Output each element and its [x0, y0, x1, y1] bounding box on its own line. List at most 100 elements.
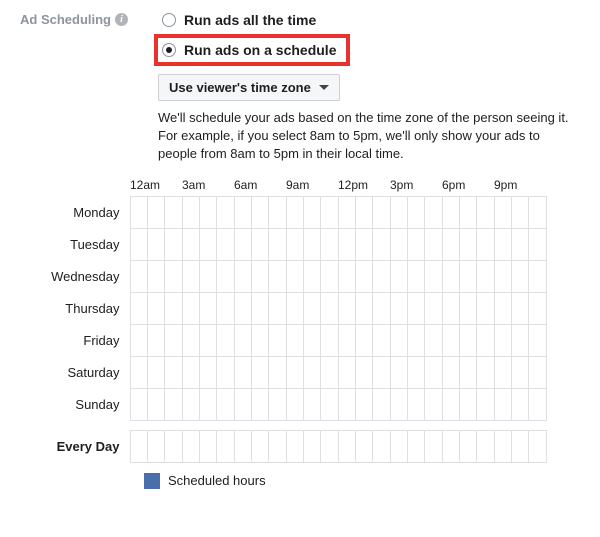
schedule-cell[interactable] — [303, 430, 320, 462]
schedule-cell[interactable] — [338, 228, 355, 260]
schedule-cell[interactable] — [234, 196, 251, 228]
schedule-cell[interactable] — [477, 356, 494, 388]
schedule-cell[interactable] — [234, 388, 251, 420]
schedule-cell[interactable] — [217, 292, 234, 324]
schedule-cell[interactable] — [182, 388, 199, 420]
schedule-cell[interactable] — [355, 196, 372, 228]
schedule-cell[interactable] — [425, 196, 442, 228]
schedule-cell[interactable] — [269, 260, 286, 292]
schedule-cell[interactable] — [442, 228, 459, 260]
schedule-cell[interactable] — [321, 430, 338, 462]
schedule-cell[interactable] — [182, 324, 199, 356]
schedule-cell[interactable] — [130, 292, 147, 324]
schedule-cell[interactable] — [217, 430, 234, 462]
schedule-cell[interactable] — [321, 292, 338, 324]
schedule-cell[interactable] — [234, 228, 251, 260]
schedule-cell[interactable] — [199, 196, 216, 228]
schedule-cell[interactable] — [147, 324, 164, 356]
schedule-cell[interactable] — [459, 356, 476, 388]
schedule-cell[interactable] — [442, 292, 459, 324]
schedule-cell[interactable] — [425, 292, 442, 324]
timezone-dropdown[interactable]: Use viewer's time zone — [158, 74, 340, 101]
schedule-cell[interactable] — [529, 324, 546, 356]
schedule-cell[interactable] — [165, 356, 182, 388]
schedule-cell[interactable] — [442, 196, 459, 228]
schedule-cell[interactable] — [130, 228, 147, 260]
schedule-cell[interactable] — [217, 388, 234, 420]
schedule-cell[interactable] — [217, 260, 234, 292]
schedule-cell[interactable] — [355, 388, 372, 420]
schedule-cell[interactable] — [130, 388, 147, 420]
schedule-cell[interactable] — [459, 260, 476, 292]
schedule-cell[interactable] — [269, 228, 286, 260]
schedule-cell[interactable] — [477, 196, 494, 228]
schedule-cell[interactable] — [217, 196, 234, 228]
schedule-cell[interactable] — [494, 228, 511, 260]
schedule-cell[interactable] — [407, 356, 424, 388]
schedule-cell[interactable] — [390, 356, 407, 388]
schedule-cell[interactable] — [251, 260, 268, 292]
schedule-cell[interactable] — [459, 292, 476, 324]
schedule-cell[interactable] — [165, 260, 182, 292]
schedule-cell[interactable] — [182, 196, 199, 228]
schedule-cell[interactable] — [286, 260, 303, 292]
schedule-cell[interactable] — [199, 324, 216, 356]
schedule-cell[interactable] — [286, 388, 303, 420]
schedule-cell[interactable] — [182, 228, 199, 260]
schedule-cell[interactable] — [338, 388, 355, 420]
schedule-cell[interactable] — [529, 292, 546, 324]
schedule-cell[interactable] — [182, 260, 199, 292]
schedule-cell[interactable] — [199, 228, 216, 260]
schedule-cell[interactable] — [425, 430, 442, 462]
schedule-cell[interactable] — [269, 324, 286, 356]
schedule-cell[interactable] — [442, 388, 459, 420]
schedule-cell[interactable] — [477, 324, 494, 356]
schedule-cell[interactable] — [511, 356, 528, 388]
schedule-cell[interactable] — [234, 292, 251, 324]
schedule-cell[interactable] — [321, 228, 338, 260]
schedule-cell[interactable] — [165, 292, 182, 324]
schedule-cell[interactable] — [147, 196, 164, 228]
schedule-cell[interactable] — [390, 324, 407, 356]
schedule-cell[interactable] — [234, 430, 251, 462]
schedule-cell[interactable] — [529, 356, 546, 388]
schedule-cell[interactable] — [130, 356, 147, 388]
schedule-cell[interactable] — [355, 292, 372, 324]
radio-run-all-time[interactable]: Run ads all the time — [158, 10, 320, 30]
schedule-cell[interactable] — [390, 228, 407, 260]
schedule-cell[interactable] — [199, 388, 216, 420]
schedule-cell[interactable] — [338, 292, 355, 324]
schedule-cell[interactable] — [459, 196, 476, 228]
schedule-cell[interactable] — [407, 228, 424, 260]
schedule-cell[interactable] — [303, 228, 320, 260]
schedule-cell[interactable] — [182, 292, 199, 324]
schedule-cell[interactable] — [338, 260, 355, 292]
schedule-cell[interactable] — [321, 324, 338, 356]
schedule-cell[interactable] — [338, 196, 355, 228]
schedule-cell[interactable] — [390, 196, 407, 228]
schedule-cell[interactable] — [286, 430, 303, 462]
schedule-cell[interactable] — [425, 228, 442, 260]
schedule-cell[interactable] — [199, 430, 216, 462]
schedule-cell[interactable] — [165, 324, 182, 356]
schedule-cell[interactable] — [529, 260, 546, 292]
schedule-cell[interactable] — [407, 430, 424, 462]
schedule-cell[interactable] — [459, 324, 476, 356]
schedule-cell[interactable] — [442, 430, 459, 462]
schedule-cell[interactable] — [147, 260, 164, 292]
schedule-cell[interactable] — [286, 292, 303, 324]
schedule-cell[interactable] — [529, 430, 546, 462]
schedule-cell[interactable] — [459, 430, 476, 462]
schedule-cell[interactable] — [477, 228, 494, 260]
schedule-cell[interactable] — [269, 388, 286, 420]
schedule-cell[interactable] — [390, 292, 407, 324]
schedule-cell[interactable] — [130, 430, 147, 462]
schedule-cell[interactable] — [130, 324, 147, 356]
schedule-cell[interactable] — [303, 324, 320, 356]
schedule-cell[interactable] — [407, 260, 424, 292]
schedule-cell[interactable] — [407, 324, 424, 356]
schedule-cell[interactable] — [338, 430, 355, 462]
schedule-cell[interactable] — [147, 356, 164, 388]
schedule-cell[interactable] — [321, 196, 338, 228]
schedule-cell[interactable] — [355, 260, 372, 292]
